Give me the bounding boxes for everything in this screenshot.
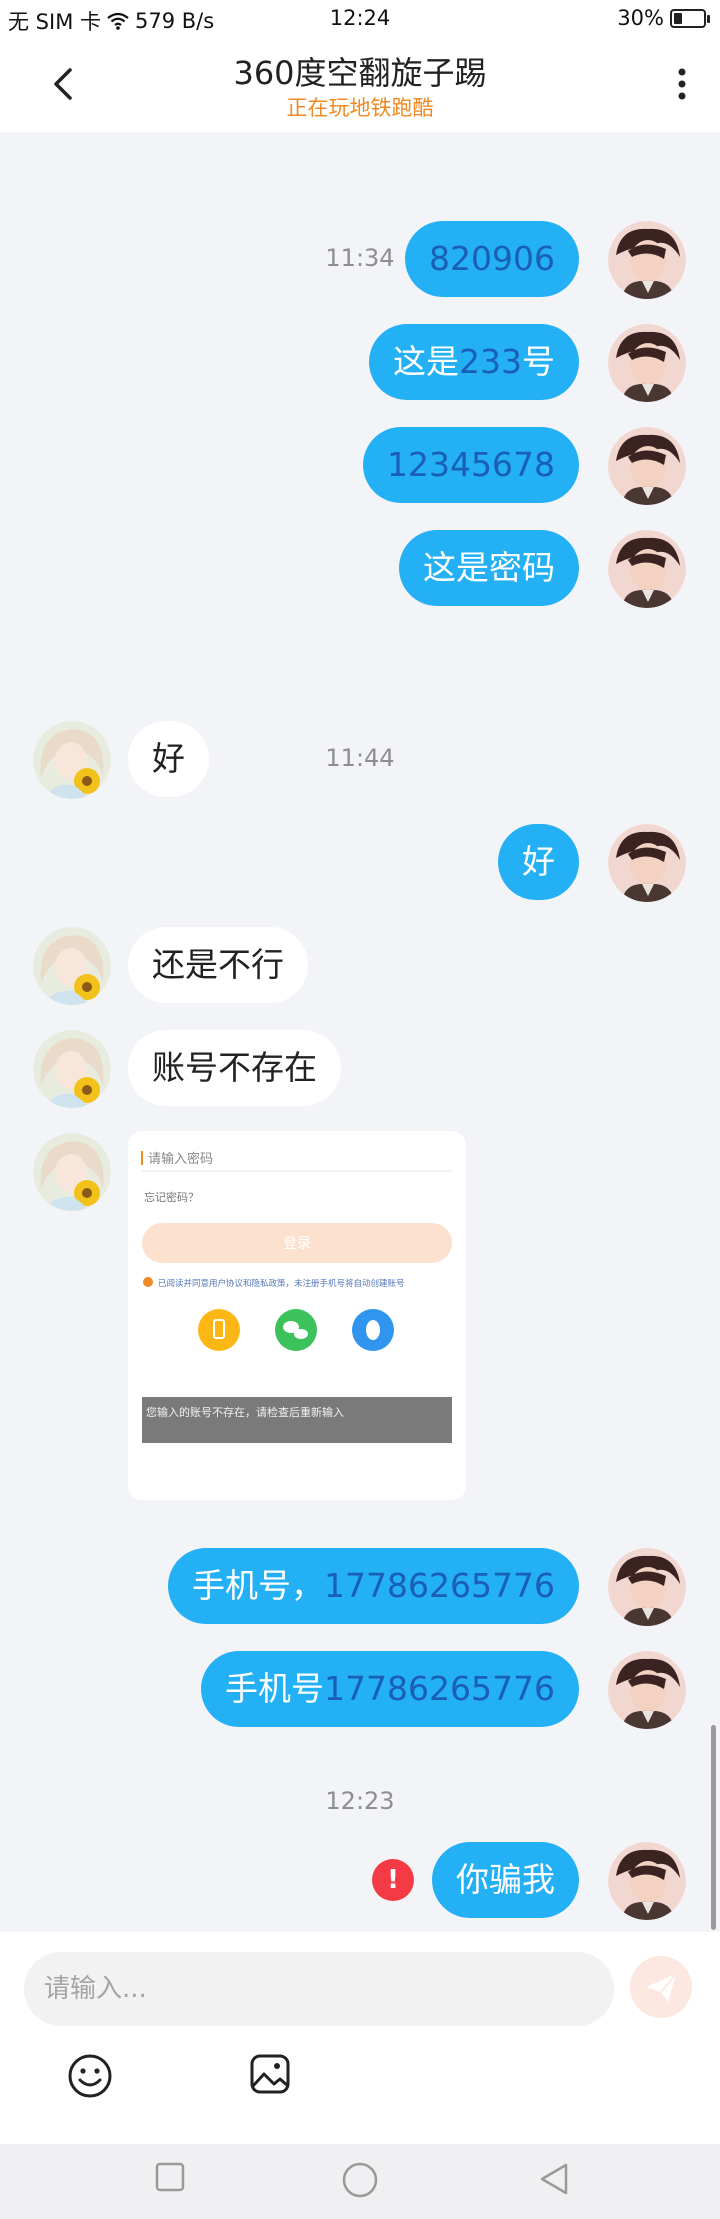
avatar-contact[interactable] [33,1030,111,1108]
message-bubble-out[interactable]: 手机号，17786265776 [168,1548,579,1624]
message-bubble-out[interactable]: 你骗我 [432,1842,579,1918]
message-bubble-out[interactable]: 820906 [405,221,579,297]
message-text: 好 [522,842,555,881]
message-bubble-out[interactable]: 手机号17786265776 [201,1651,579,1727]
avatar-contact[interactable] [33,1133,111,1211]
message-text: 手机号 [225,1669,325,1708]
image-message[interactable]: 请输入密码 忘记密码？ 登录 已阅读并同意用户协议和隐私政策，未注册手机号将自动… [128,1131,466,1500]
screenshot-toast: 您输入的账号不存在，请检查后重新输入 [146,1405,344,1419]
system-nav-bar [0,2144,720,2219]
message-text: 号 [522,342,555,381]
status-right: 30% [617,6,710,30]
avatar-self[interactable] [608,427,686,505]
emoji-icon[interactable] [66,2052,114,2100]
back-icon[interactable] [538,2162,570,2196]
message-text: 还是不行 [152,945,284,984]
send-icon [646,1973,677,2002]
message-text: 好 [152,739,185,778]
screenshot-forgot-password: 忘记密码？ [144,1190,199,1204]
message-bubble-out[interactable]: 这是233号 [369,324,579,400]
chat-title: 360度空翻旋子踢 [233,54,487,92]
message-bubble-in[interactable]: 还是不行 [128,927,308,1003]
send-button[interactable] [630,1956,692,2018]
screenshot-password-field: 请输入密码 [148,1151,213,1167]
battery-percent: 30% [617,6,664,30]
message-number: 17786265776 [324,1669,555,1708]
message-text: 这是密码 [423,548,555,587]
message-text: 手机号， [192,1566,325,1605]
message-bubble-out[interactable]: 好 [498,824,579,900]
avatar-self[interactable] [608,1651,686,1729]
avatar-self[interactable] [608,1548,686,1626]
message-bubble-in[interactable]: 账号不存在 [128,1030,341,1106]
battery-icon [670,8,710,28]
home-icon[interactable] [342,2162,378,2198]
message-number: 233 [459,342,522,381]
message-text: 12345678 [387,445,555,484]
avatar-contact[interactable] [33,927,111,1005]
message-bubble-out[interactable]: 这是密码 [399,530,579,606]
message-bubble-out[interactable]: 12345678 [363,427,579,503]
composer: 请输入... [0,1932,720,2144]
message-bubble-in[interactable]: 好 [128,721,209,797]
avatar-self[interactable] [608,530,686,608]
recent-apps-icon[interactable] [155,2162,185,2192]
avatar-contact[interactable] [33,721,111,799]
timestamp: 12:23 [325,1787,395,1815]
message-text: 这是 [393,342,459,381]
status-time: 12:24 [329,6,391,30]
scrollbar-thumb[interactable] [711,1725,716,1930]
image-icon[interactable] [248,2052,292,2096]
message-text: 820906 [429,239,555,278]
message-text: 你骗我 [456,1860,555,1899]
more-vertical-icon[interactable] [672,62,692,106]
message-text: 账号不存在 [152,1048,317,1087]
screenshot-login-button: 登录 [283,1236,311,1252]
avatar-self[interactable] [608,1842,686,1920]
login-screenshot-image: 请输入密码 忘记密码？ 登录 已阅读并同意用户协议和隐私政策，未注册手机号将自动… [128,1131,466,1500]
chat-subtitle: 正在玩地铁跑酷 [286,96,434,120]
chat-header: 360度空翻旋子踢 正在玩地铁跑酷 [0,40,720,132]
avatar-self[interactable] [608,824,686,902]
message-list[interactable]: 11:34 820906 这是233号 12345678 这是密码 11:44 … [0,132,720,1932]
avatar-self[interactable] [608,324,686,402]
message-input[interactable]: 请输入... [24,1952,614,2026]
screenshot-agreement: 已阅读并同意用户协议和隐私政策，未注册手机号将自动创建账号 [158,1278,405,1289]
message-number: 17786265776 [324,1566,555,1605]
status-bar: 无 SIM 卡 579 B/s 12:24 30% [0,0,720,40]
send-failed-icon[interactable]: ! [372,1859,414,1901]
avatar-self[interactable] [608,221,686,299]
